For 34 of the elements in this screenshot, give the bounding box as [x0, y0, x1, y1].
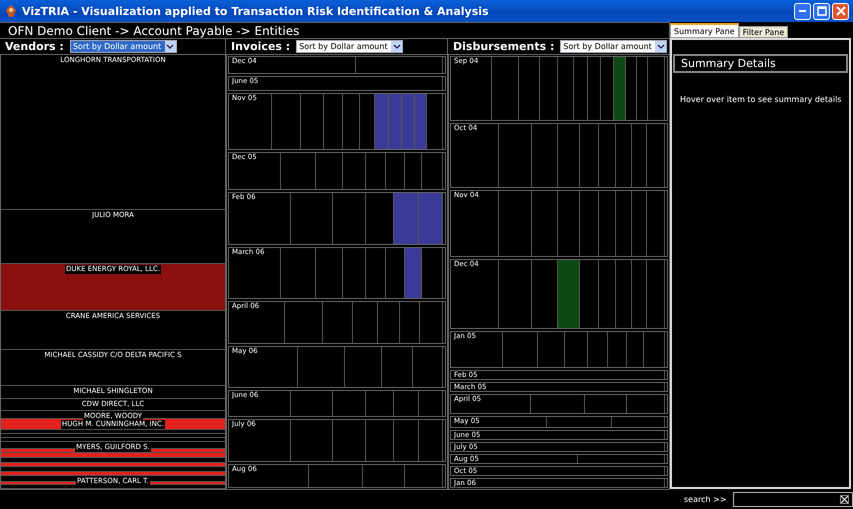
pane-tab[interactable]: Filter Pane	[738, 26, 788, 38]
transaction-cell[interactable]	[419, 193, 443, 244]
summary-title: Summary Details	[673, 54, 848, 73]
window-title: VizTRIA - Visualization applied to Transaction Risk Identification & Analysis	[22, 4, 490, 18]
search-label: search >>	[684, 494, 727, 504]
minimize-button[interactable]	[794, 2, 811, 20]
pane-tab[interactable]: Summary Pane	[670, 23, 739, 38]
chevron-down-icon	[656, 44, 665, 50]
close-icon	[836, 6, 846, 16]
transaction-cell[interactable]	[402, 94, 415, 150]
search-field[interactable]	[732, 492, 853, 506]
transaction-cell[interactable]	[389, 94, 402, 150]
breadcrumb: OFN Demo Client -> Account Payable -> Entities	[0, 22, 670, 39]
clear-icon[interactable]	[840, 494, 849, 504]
column-label: Invoices :	[231, 40, 290, 53]
chevron-down-icon	[392, 44, 401, 50]
transaction-cell[interactable]	[405, 248, 422, 298]
minimize-icon	[799, 10, 806, 12]
column-label: Vendors :	[5, 40, 64, 53]
column-label: Disbursements :	[453, 40, 554, 53]
chevron-down-icon	[166, 44, 174, 50]
maximize-button[interactable]	[813, 2, 830, 20]
transaction-cell[interactable]	[375, 94, 389, 150]
hint-text: Hover over item to see summary details	[680, 95, 842, 104]
sort-dropdown[interactable]: Sort by Dollar amount	[70, 40, 177, 53]
transaction-cell[interactable]	[394, 193, 419, 244]
app-icon	[4, 4, 18, 18]
transaction-cell[interactable]	[558, 260, 580, 328]
transaction-cell[interactable]	[614, 57, 626, 120]
sort-dropdown[interactable]: Sort by Dollar amount	[560, 40, 668, 53]
close-button[interactable]	[832, 2, 849, 20]
sort-dropdown[interactable]: Sort by Dollar amount	[296, 40, 404, 53]
maximize-icon	[816, 6, 826, 16]
transaction-cell[interactable]	[415, 94, 427, 150]
